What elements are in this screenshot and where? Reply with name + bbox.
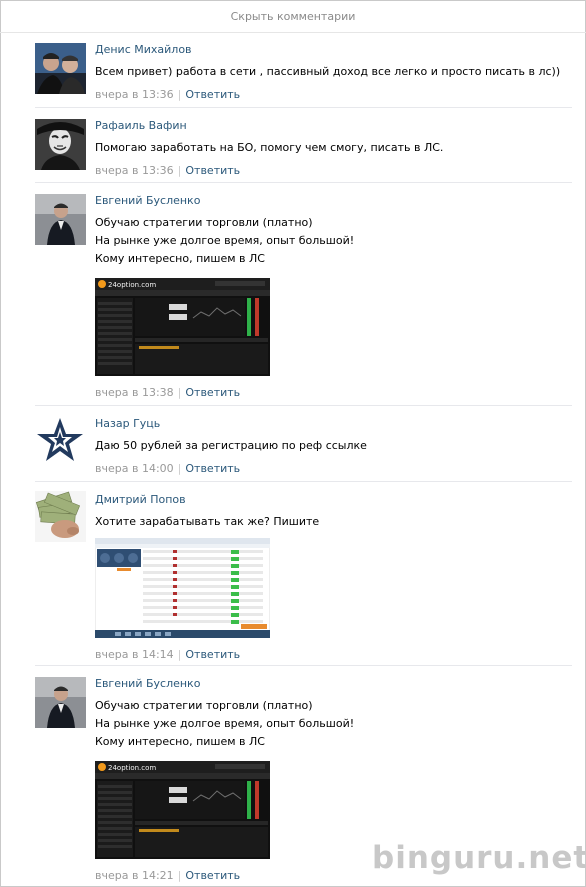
comment-time[interactable]: вчера в 14:00 [95, 462, 174, 475]
comment-meta: вчера в 13:38 | Ответить [95, 386, 565, 400]
comment-time[interactable]: вчера в 13:36 [95, 88, 174, 101]
meta-separator: | [177, 648, 182, 661]
avatar[interactable] [35, 491, 86, 542]
reply-link[interactable]: Ответить [185, 648, 240, 661]
comment-divider [35, 182, 572, 183]
comment-line: На рынке уже долгое время, опыт большой! [95, 717, 355, 730]
comment-line: Обучаю стратегии торговли (платно) [95, 699, 313, 712]
watermark: binguru.net [372, 840, 586, 876]
comment-author[interactable]: Рафаиль Вафин [95, 119, 565, 133]
meta-separator: | [177, 462, 182, 475]
comment-line: Кому интересно, пишем в ЛС [95, 735, 265, 748]
comment-line: Помогаю заработать на БО, помогу чем смо… [95, 141, 444, 154]
comment-divider [35, 405, 572, 406]
comment-author[interactable]: Евгений Бусленко [95, 194, 565, 208]
attachment-logo: 24option.com [108, 281, 156, 289]
attachment-screenshot[interactable]: 24option.com [95, 278, 565, 379]
comment-text: Даю 50 рублей за регистрацию по реф ссыл… [95, 437, 565, 455]
reply-link[interactable]: Ответить [185, 88, 240, 101]
avatar[interactable] [35, 119, 86, 170]
comment-line: Кому интересно, пишем в ЛС [95, 252, 265, 265]
comment-text: Всем привет) работа в сети , пассивный д… [95, 63, 565, 81]
comment-line: Всем привет) работа в сети , пассивный д… [95, 65, 561, 78]
comment-text: Помогаю заработать на БО, помогу чем смо… [95, 139, 565, 157]
comment-time[interactable]: вчера в 14:21 [95, 869, 174, 882]
avatar[interactable] [35, 43, 86, 94]
comment-time[interactable]: вчера в 14:14 [95, 648, 174, 661]
comment-line: Даю 50 рублей за регистрацию по реф ссыл… [95, 439, 367, 452]
comment-divider [35, 481, 572, 482]
comment-text: Обучаю стратегии торговли (платно) На ры… [95, 214, 565, 268]
avatar[interactable] [35, 194, 86, 245]
comment-line: Обучаю стратегии торговли (платно) [95, 216, 313, 229]
comment-text: Обучаю стратегии торговли (платно) На ры… [95, 697, 565, 751]
meta-separator: | [177, 88, 182, 101]
reply-link[interactable]: Ответить [185, 164, 240, 177]
reply-link[interactable]: Ответить [185, 869, 240, 882]
reply-link[interactable]: Ответить [185, 386, 240, 399]
comment-author[interactable]: Назар Гуць [95, 417, 565, 431]
comment-line: Хотите зарабатывать так же? Пишите [95, 515, 320, 528]
meta-separator: | [177, 164, 182, 177]
meta-separator: | [177, 386, 182, 399]
avatar[interactable] [35, 677, 86, 728]
comment-author[interactable]: Дмитрий Попов [95, 493, 565, 507]
comment-meta: вчера в 14:00 | Ответить [95, 462, 565, 476]
comment-line: На рынке уже долгое время, опыт большой! [95, 234, 355, 247]
comment-text: Хотите зарабатывать так же? Пишите [95, 513, 565, 531]
hide-comments-link[interactable]: Скрыть комментарии [0, 0, 586, 33]
comment-meta: вчера в 13:36 | Ответить [95, 164, 565, 178]
attachment-screenshot[interactable] [94, 537, 565, 641]
reply-link[interactable]: Ответить [185, 462, 240, 475]
comment-author[interactable]: Денис Михайлов [95, 43, 565, 57]
comment-time[interactable]: вчера в 13:38 [95, 386, 174, 399]
comment-author[interactable]: Евгений Бусленко [95, 677, 565, 691]
comment-meta: вчера в 13:36 | Ответить [95, 88, 565, 102]
meta-separator: | [177, 869, 182, 882]
comment-divider [35, 665, 572, 666]
comment-meta: вчера в 14:14 | Ответить [95, 648, 565, 662]
avatar[interactable] [35, 415, 86, 466]
comment-divider [35, 107, 572, 108]
comment-time[interactable]: вчера в 13:36 [95, 164, 174, 177]
attachment-logo: 24option.com [108, 764, 156, 772]
